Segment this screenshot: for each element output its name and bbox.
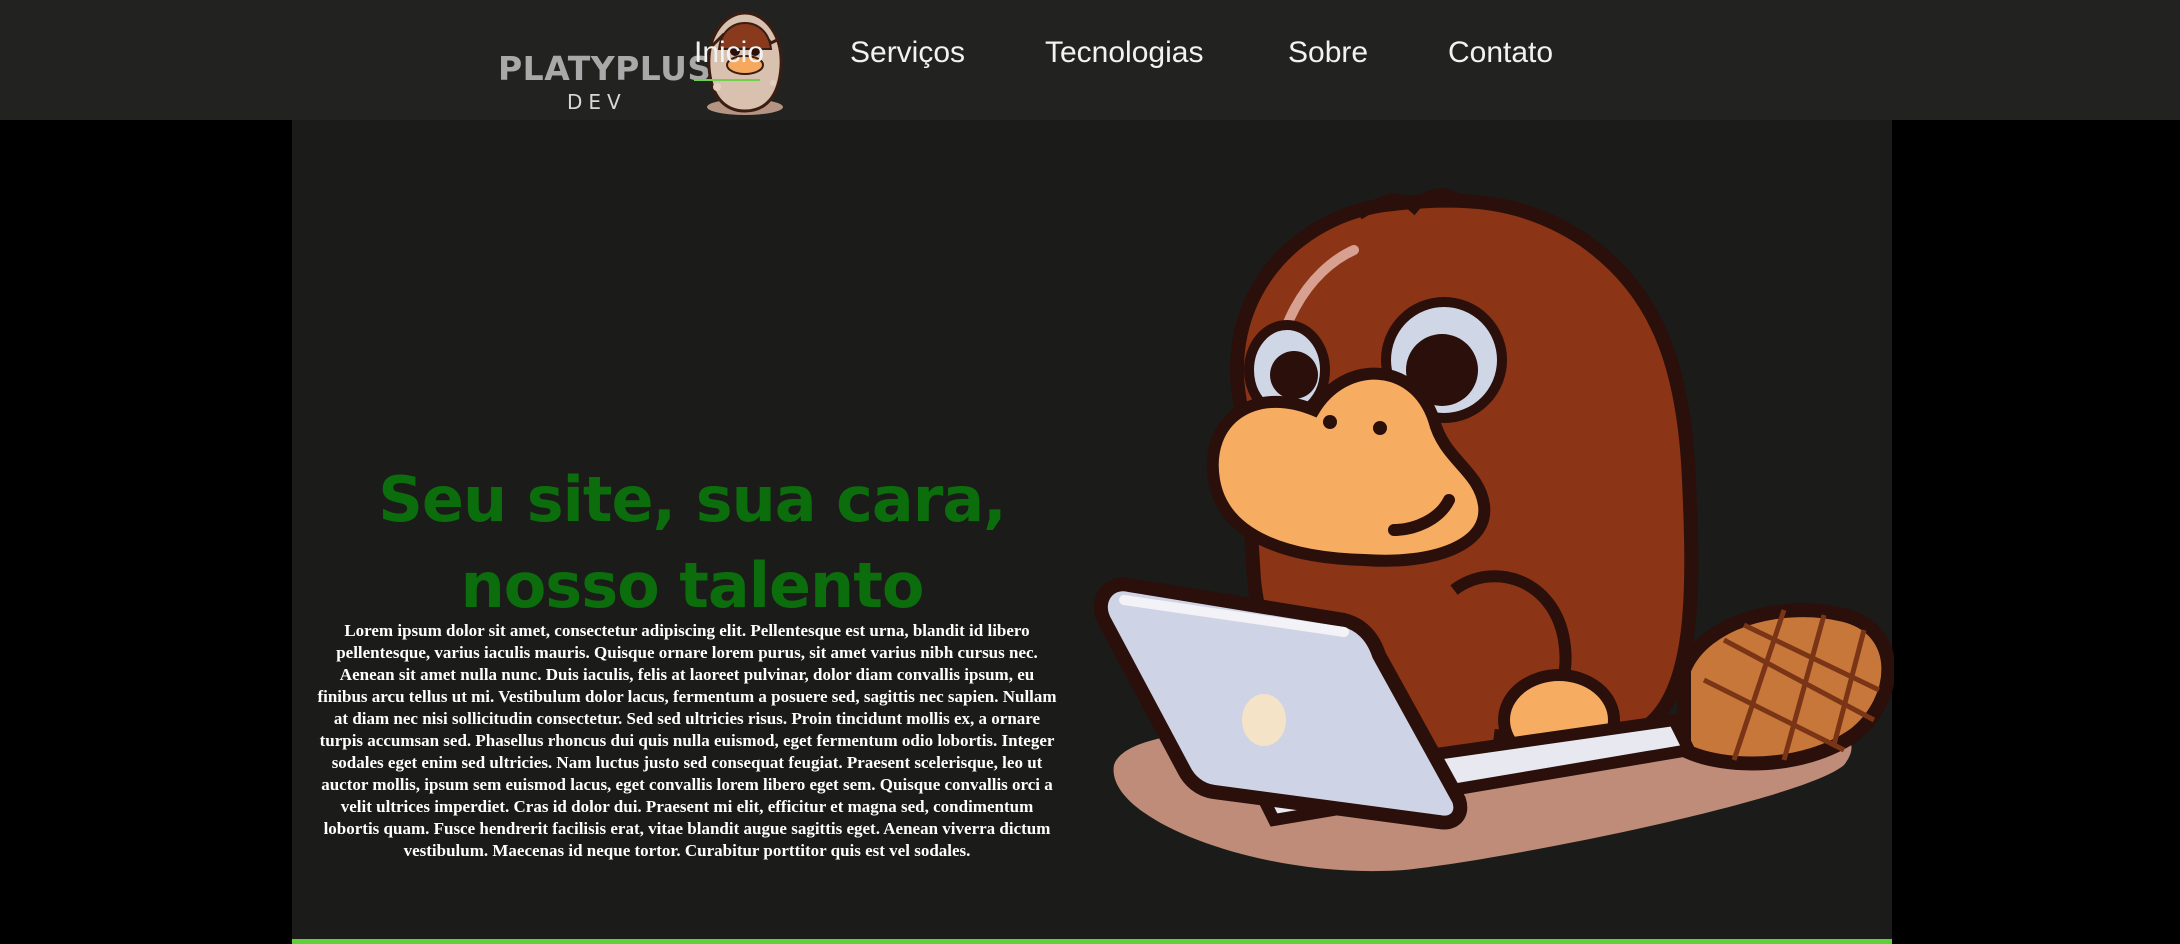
nav-item-sobre[interactable]: Sobre: [1288, 36, 1368, 70]
hero-headline-line-2: nosso talento: [460, 549, 925, 622]
top-navbar: PLATYPLUS DEV Inicio Serviços Tecnologia…: [0, 0, 2180, 120]
nav-item-servicos[interactable]: Serviços: [850, 36, 965, 70]
hero-bottom-accent-line: [292, 939, 1892, 944]
logo-wordmark: PLATYPLUS: [498, 49, 712, 88]
hero-headline-line-1: Seu site, sua cara,: [378, 463, 1006, 536]
nav-item-tecnologias[interactable]: Tecnologias: [1045, 36, 1203, 70]
logo-subtext: DEV: [567, 90, 627, 114]
platypus-laptop-illustration: [1093, 188, 1894, 872]
hero-section: Seu site, sua cara, nosso talento Lorem …: [292, 120, 1894, 944]
nav-active-underline: [694, 79, 760, 81]
hero-body-text: Lorem ipsum dolor sit amet, consectetur …: [317, 621, 1057, 860]
hero-headline: Seu site, sua cara, nosso talento: [292, 457, 1092, 629]
nav-item-contato[interactable]: Contato: [1448, 36, 1553, 70]
nav-item-inicio[interactable]: Inicio: [694, 36, 764, 70]
